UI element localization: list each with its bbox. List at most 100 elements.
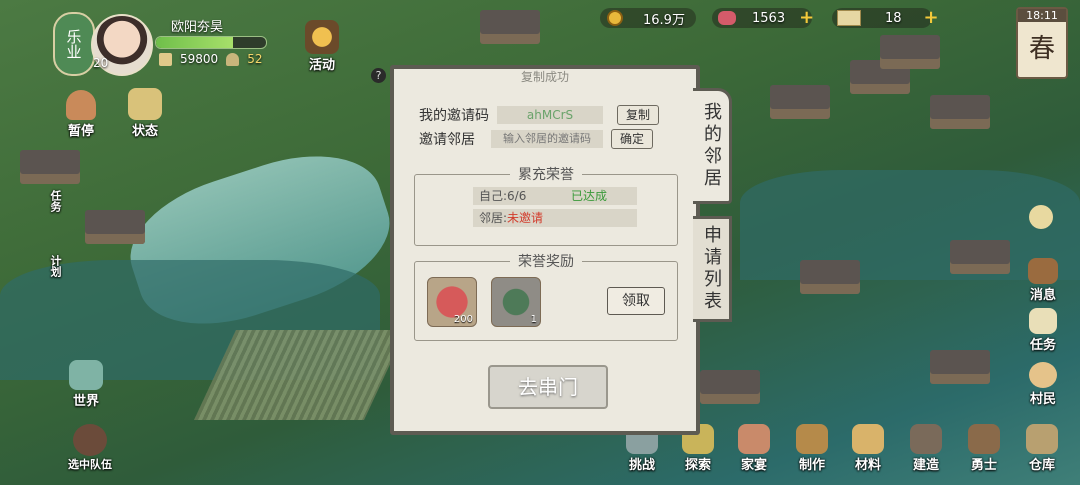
building (930, 95, 990, 129)
food-icon (159, 52, 172, 66)
warrior-label: 勇士 (970, 458, 997, 473)
building (20, 150, 80, 184)
season-label: 春 (1028, 34, 1055, 64)
population-count: 52 (247, 52, 263, 66)
jade-stone-icon[interactable]: 1 (491, 277, 541, 327)
flower-gem-icon (718, 11, 736, 25)
activity-label: 活动 (308, 58, 335, 73)
tab-my-neighbors[interactable]: 我的邻居 (693, 88, 732, 204)
plan-side-label: 计划 (49, 255, 62, 277)
villager-button[interactable]: 村民 (1020, 362, 1066, 407)
warehouse-button[interactable]: 仓库 (1020, 424, 1064, 473)
player-name: 欧阳夯昊 (171, 20, 224, 35)
pause-label: 暂停 (67, 124, 94, 139)
task-side-label: 任务 (49, 190, 62, 212)
building (85, 210, 145, 244)
villager-icon (1029, 362, 1057, 388)
exp-bar (155, 36, 267, 49)
gem-value: 1563 (752, 10, 786, 26)
visit-button[interactable]: 去串门 (488, 365, 608, 409)
neighbor-code-input[interactable]: 输入邻居的邀请码 (491, 130, 603, 148)
clock-time: 18:11 (1018, 9, 1066, 22)
task-side-button[interactable]: 任务 (40, 190, 70, 212)
banquet-label: 家宴 (740, 458, 767, 473)
pause-button[interactable]: 暂停 (58, 90, 104, 139)
building (950, 240, 1010, 274)
claim-button[interactable]: 领取 (607, 287, 665, 315)
mushroom-icon (66, 90, 96, 120)
world-label: 世界 (72, 394, 99, 409)
reward-count: 200 (453, 314, 473, 325)
exp-fill (156, 37, 233, 48)
add-gems-button[interactable]: + (799, 9, 814, 27)
warrior-icon (968, 424, 1000, 454)
building (700, 370, 760, 404)
scroll-icon (1029, 308, 1057, 334)
reward-title: 荣誉奖励 (510, 251, 582, 271)
flower-menu-button[interactable] (1026, 205, 1056, 229)
lantern-icon (305, 20, 339, 54)
world-button[interactable]: 世界 (62, 360, 110, 409)
news-button[interactable]: 消息 (1020, 258, 1066, 303)
quest-button[interactable]: 任务 (1020, 308, 1066, 353)
honor-section: 累充荣誉 自己:6/6 已达成 邻居:未邀请 (414, 164, 678, 246)
news-label: 消息 (1029, 288, 1056, 303)
person-icon (226, 52, 240, 66)
explore-label: 探索 (684, 458, 711, 473)
team-button[interactable]: 选中队伍 (60, 424, 120, 472)
activity-button[interactable]: 活动 (300, 20, 344, 73)
building-status-icon (128, 88, 162, 120)
flower-icon (1029, 205, 1053, 229)
hero-portrait-icon (73, 424, 107, 456)
status-button[interactable]: 状态 (120, 88, 170, 139)
self-progress-row: 自己:6/6 已达成 (473, 187, 637, 205)
neighbor-progress-row: 邻居:未邀请 (473, 209, 637, 227)
craft-button[interactable]: 制作 (790, 424, 834, 473)
warehouse-icon (1026, 424, 1058, 454)
self-label: 自己: (479, 189, 508, 203)
copy-success-toast: 复制成功 (520, 70, 569, 84)
player-card[interactable]: 乐业 20 欧阳夯昊 59800 52 (53, 12, 267, 76)
building (480, 10, 540, 44)
build-icon (910, 424, 942, 454)
building (770, 85, 830, 119)
neighbor-status: 未邀请 (507, 211, 544, 225)
invite-code-row: 我的邀请码 ahMCrS 复制 (419, 105, 659, 125)
horse-icon (1028, 258, 1058, 284)
invite-code-label: 我的邀请码 (419, 108, 489, 124)
craft-icon (796, 424, 828, 454)
building (880, 35, 940, 69)
tab-request-list[interactable]: 申请列表 (693, 216, 732, 322)
food-count: 59800 (180, 52, 219, 66)
plan-side-button[interactable]: 计划 (40, 255, 70, 277)
quest-label: 任务 (1029, 338, 1056, 353)
flower-coin-icon[interactable]: 200 (427, 277, 477, 327)
world-map-icon (69, 360, 103, 390)
gold-coin-icon (607, 10, 623, 26)
help-icon[interactable]: ? (371, 68, 386, 83)
materials-label: 材料 (854, 458, 881, 473)
ticket-icon (837, 10, 861, 26)
materials-button[interactable]: 材料 (846, 424, 890, 473)
clock-season[interactable]: 18:11 春 (1016, 7, 1068, 79)
ticket-resource: 18 + (837, 8, 939, 28)
build-label: 建造 (912, 458, 939, 473)
invite-code-field: ahMCrS (497, 106, 603, 124)
status-label: 状态 (131, 124, 158, 139)
gem-resource: 1563 + (718, 8, 814, 28)
job-badge: 乐业 (53, 12, 95, 76)
copy-button[interactable]: 复制 (617, 105, 659, 125)
player-level: 20 (93, 56, 109, 70)
team-label: 选中队伍 (68, 458, 112, 471)
craft-label: 制作 (798, 458, 825, 473)
self-status: 已达成 (571, 189, 608, 203)
reward-section: 荣誉奖励 200 1 领取 (414, 251, 678, 341)
self-progress: 6/6 (507, 189, 527, 203)
challenge-label: 挑战 (628, 458, 655, 473)
banquet-button[interactable]: 家宴 (732, 424, 776, 473)
build-button[interactable]: 建造 (904, 424, 948, 473)
confirm-button[interactable]: 确定 (611, 129, 653, 149)
warrior-button[interactable]: 勇士 (962, 424, 1006, 473)
villager-label: 村民 (1029, 392, 1056, 407)
add-tickets-button[interactable]: + (924, 9, 939, 27)
